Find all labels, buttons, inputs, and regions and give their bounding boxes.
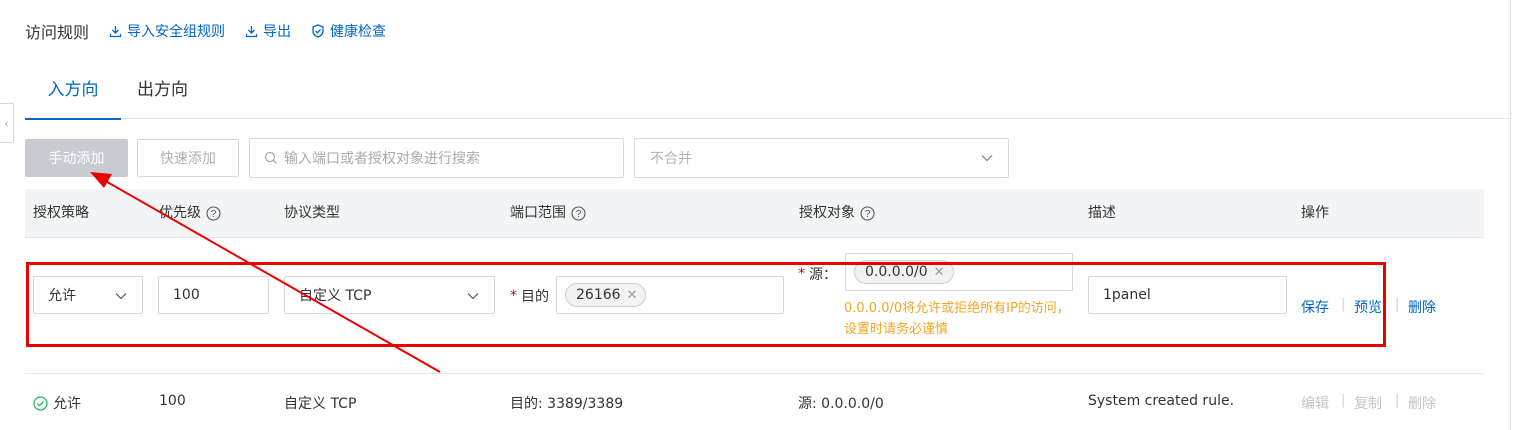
svg-text:?: ? — [211, 209, 217, 220]
chevron-left-icon: ‹ — [4, 116, 9, 130]
chevron-down-icon — [467, 293, 479, 300]
import-icon — [109, 25, 122, 37]
tab-inbound[interactable]: 入方向 — [25, 68, 121, 120]
separator: | — [1395, 297, 1400, 312]
close-icon[interactable]: ✕ — [934, 265, 945, 280]
search-input[interactable]: 输入端口或者授权对象进行搜索 — [249, 138, 624, 178]
check-circle-icon — [33, 395, 48, 411]
quick-add-button[interactable]: 快速添加 — [137, 139, 239, 177]
svg-text:?: ? — [576, 209, 582, 220]
tab-outbound[interactable]: 出方向 — [137, 68, 188, 119]
description-input[interactable]: 1panel — [1088, 276, 1287, 314]
merge-select-value: 不合并 — [650, 151, 692, 167]
header-auth-object: 授权对象 ? — [799, 189, 875, 238]
manual-add-button[interactable]: 手动添加 — [25, 139, 128, 177]
row-divider — [25, 373, 1484, 374]
close-icon[interactable]: ✕ — [627, 288, 638, 303]
port-tag: 26166 ✕ — [565, 283, 647, 307]
separator: | — [1395, 393, 1400, 408]
export-label: 导出 — [263, 24, 292, 40]
health-check-label: 健康检查 — [330, 24, 387, 40]
header-port-range: 端口范围 ? — [510, 189, 586, 238]
preview-button[interactable]: 预览 — [1354, 297, 1382, 317]
panel-right-border — [1510, 0, 1511, 430]
export-link[interactable]: 导出 — [245, 21, 291, 41]
import-rules-link[interactable]: 导入安全组规则 — [109, 21, 225, 41]
policy-select[interactable]: 允许 — [33, 276, 143, 314]
delete-button[interactable]: 删除 — [1408, 297, 1436, 317]
priority-value: 100 — [173, 287, 200, 303]
policy-select-value: 允许 — [48, 288, 76, 304]
separator: | — [1341, 393, 1346, 408]
priority-input[interactable]: 100 — [158, 276, 269, 314]
existing-port: 目的: 3389/3389 — [510, 396, 624, 412]
description-value: 1panel — [1103, 287, 1151, 303]
source-tag: 0.0.0.0/0 ✕ — [854, 260, 954, 284]
health-check-link[interactable]: 健康检查 — [311, 21, 386, 41]
source-label: * 源： — [798, 266, 837, 283]
help-icon[interactable]: ? — [571, 206, 586, 221]
help-icon[interactable]: ? — [206, 206, 221, 221]
source-warning: 0.0.0.0/0将允许或拒绝所有IP的访问，设置时请务必谨慎 — [844, 301, 1070, 337]
copy-button[interactable]: 复制 — [1354, 393, 1382, 413]
collapse-handle[interactable]: ‹ — [0, 103, 14, 143]
help-icon[interactable]: ? — [860, 206, 875, 221]
chevron-down-icon — [981, 155, 993, 162]
existing-source: 源: 0.0.0.0/0 — [798, 396, 884, 412]
header-priority: 优先级 ? — [159, 189, 221, 238]
header-protocol: 协议类型 — [284, 205, 340, 221]
import-rules-label: 导入安全组规则 — [127, 24, 226, 40]
direction-tabs: 入方向 出方向 — [25, 68, 1510, 120]
header-description: 描述 — [1088, 205, 1116, 221]
existing-protocol: 自定义 TCP — [284, 396, 357, 412]
svg-text:?: ? — [865, 209, 871, 220]
source-input[interactable]: 0.0.0.0/0 ✕ — [845, 253, 1073, 291]
separator: | — [1341, 297, 1346, 312]
port-range-input[interactable]: 26166 ✕ — [556, 276, 784, 314]
protocol-select-value: 自定义 TCP — [299, 288, 372, 304]
chevron-down-icon — [115, 293, 127, 300]
required-marker: * — [798, 266, 805, 282]
merge-select[interactable]: 不合并 — [634, 138, 1009, 178]
delete-button[interactable]: 删除 — [1408, 393, 1436, 413]
page-title: 访问规则 — [25, 23, 90, 42]
existing-policy: 允许 — [33, 393, 81, 413]
save-button[interactable]: 保存 — [1301, 297, 1329, 317]
header-operations: 操作 — [1301, 205, 1329, 221]
header-policy: 授权策略 — [33, 205, 89, 221]
existing-description: System created rule. — [1088, 393, 1235, 409]
protocol-select[interactable]: 自定义 TCP — [284, 276, 495, 314]
port-label: * 目的 — [510, 288, 549, 305]
export-icon — [245, 25, 258, 37]
shield-check-icon — [312, 24, 324, 38]
search-icon — [264, 151, 277, 164]
search-placeholder: 输入端口或者授权对象进行搜索 — [284, 151, 480, 167]
edit-button[interactable]: 编辑 — [1301, 393, 1329, 413]
header-bar: 访问规则 导入安全组规则 导出 健康检查 — [25, 20, 406, 42]
required-marker: * — [510, 288, 517, 304]
existing-priority: 100 — [159, 393, 186, 409]
table-header: 授权策略 优先级 ? 协议类型 端口范围 ? 授权对象 ? 描述 操作 — [25, 189, 1484, 238]
